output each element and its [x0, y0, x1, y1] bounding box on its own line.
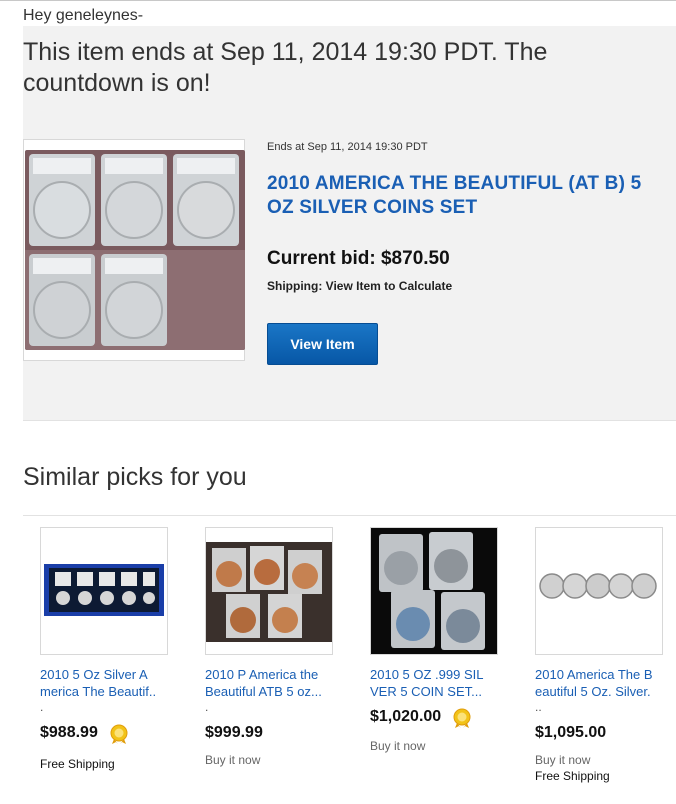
pick-buy-it-now: Buy it now — [205, 753, 261, 767]
pick-image[interactable] — [40, 527, 168, 655]
pick-price: $1,095.00 — [535, 724, 607, 741]
top-rated-seller-icon — [110, 724, 128, 744]
pick-ellipsis: .. — [535, 700, 542, 714]
pick-image[interactable] — [205, 527, 333, 655]
pick-ellipsis: . — [40, 700, 44, 714]
item-end-date: Ends at Sep 11, 2014 19:30 PDT — [267, 141, 428, 153]
pick-price: $988.99 — [40, 724, 98, 741]
similar-picks-heading: Similar picks for you — [23, 463, 247, 491]
pick-image[interactable] — [370, 527, 498, 655]
pick-image[interactable] — [535, 527, 663, 655]
shipping-info: Shipping: View Item to Calculate — [267, 279, 453, 293]
pick-buy-it-now: Buy it now — [535, 753, 591, 767]
pick-price: $1,020.00 — [370, 708, 442, 725]
pick-ellipsis: . — [205, 700, 209, 714]
top-rated-seller-icon — [453, 708, 471, 728]
top-border — [0, 0, 676, 1]
item-title-link[interactable]: 2010 AMERICA THE BEAUTIFUL (AT B) 5 OZ S… — [267, 172, 667, 220]
pick-photo — [206, 528, 332, 654]
pick-shipping: Free Shipping — [535, 769, 610, 783]
pick-photo — [536, 528, 662, 654]
current-bid: Current bid: $870.50 — [267, 248, 450, 269]
divider — [23, 420, 676, 421]
pick-shipping: Free Shipping — [40, 757, 115, 771]
divider — [23, 515, 676, 516]
pick-price: $999.99 — [205, 724, 263, 741]
pick-photo — [41, 528, 167, 654]
pick-title-link[interactable]: 2010 America The B eautiful 5 Oz. Silver… — [535, 666, 670, 700]
pick-title-link[interactable]: 2010 P America the Beautiful ATB 5 oz... — [205, 666, 340, 700]
pick-photo — [371, 528, 497, 654]
ending-headline: This item ends at Sep 11, 2014 19:30 PDT… — [23, 38, 548, 97]
view-item-button[interactable]: View Item — [267, 323, 378, 365]
coin-set-photo — [25, 150, 245, 350]
item-image[interactable] — [23, 139, 245, 361]
greeting-text: Hey geneleynes- — [23, 7, 144, 24]
pick-title-link[interactable]: 2010 5 OZ .999 SIL VER 5 COIN SET... — [370, 666, 505, 700]
pick-buy-it-now: Buy it now — [370, 739, 426, 753]
pick-title-link[interactable]: 2010 5 Oz Silver A merica The Beautif.. — [40, 666, 175, 700]
